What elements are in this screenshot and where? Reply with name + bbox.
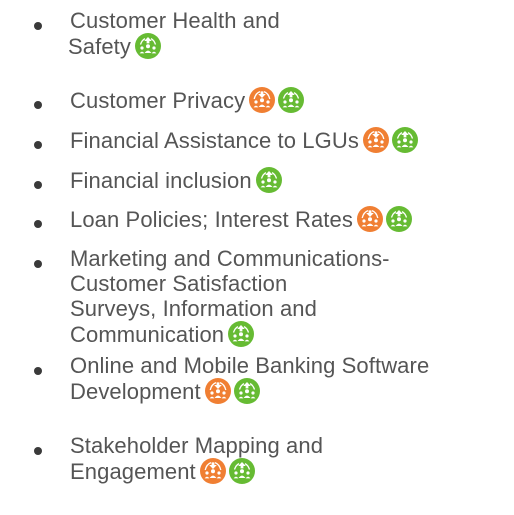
orange-people-down-icon: [204, 378, 231, 404]
item-text: Financial Assistance to LGUs: [70, 127, 514, 153]
orange-people-down-icon: [356, 206, 383, 232]
item-line: Financial Assistance to LGUs: [70, 128, 359, 153]
green-people-up-icon: [278, 87, 305, 113]
orange-people-down-icon: [199, 458, 226, 484]
bullet-point: [34, 101, 42, 109]
orange-people-down-icon: [249, 87, 276, 113]
bullet-point: [34, 260, 42, 268]
bullet-point: [34, 220, 42, 228]
item-text: Financial inclusion: [70, 167, 514, 193]
item-line: Online and Mobile Banking Software: [70, 353, 430, 378]
item-line: Customer Privacy: [70, 88, 246, 113]
bullet-point: [34, 447, 42, 455]
item-line: Marketing and Communications-: [70, 246, 390, 271]
green-people-up-icon: [255, 167, 282, 193]
item-line: Communication: [70, 322, 225, 347]
item-line: Customer Health and: [70, 8, 280, 33]
item-line: Stakeholder Mapping and: [70, 433, 324, 458]
item-text: Online and Mobile Banking Software Devel…: [70, 353, 514, 404]
bullet-point: [34, 367, 42, 375]
item-text: Customer Health and Safety: [68, 8, 514, 59]
item-line: Safety: [68, 34, 131, 59]
item-line: Financial inclusion: [70, 168, 252, 193]
item-text: Customer Privacy: [70, 87, 514, 113]
item-line: Customer Satisfaction: [70, 271, 288, 296]
item-text: Stakeholder Mapping and Engagement: [70, 433, 514, 484]
green-people-up-icon: [228, 321, 255, 347]
item-line: Engagement: [70, 459, 196, 484]
green-people-up-icon: [233, 378, 260, 404]
item-text: Loan Policies; Interest Rates: [70, 206, 514, 232]
item-line: Loan Policies; Interest Rates: [70, 207, 353, 232]
item-line: Surveys, Information and: [70, 296, 317, 321]
bullet-point: [34, 141, 42, 149]
item-line: Development: [70, 379, 201, 404]
green-people-up-icon: [385, 206, 412, 232]
green-people-up-icon: [134, 33, 161, 59]
green-people-up-icon: [228, 458, 255, 484]
bullet-point: [34, 22, 42, 30]
green-people-up-icon: [391, 127, 418, 153]
item-text: Marketing and Communications- Customer S…: [70, 246, 514, 347]
bullet-point: [34, 181, 42, 189]
orange-people-down-icon: [362, 127, 389, 153]
